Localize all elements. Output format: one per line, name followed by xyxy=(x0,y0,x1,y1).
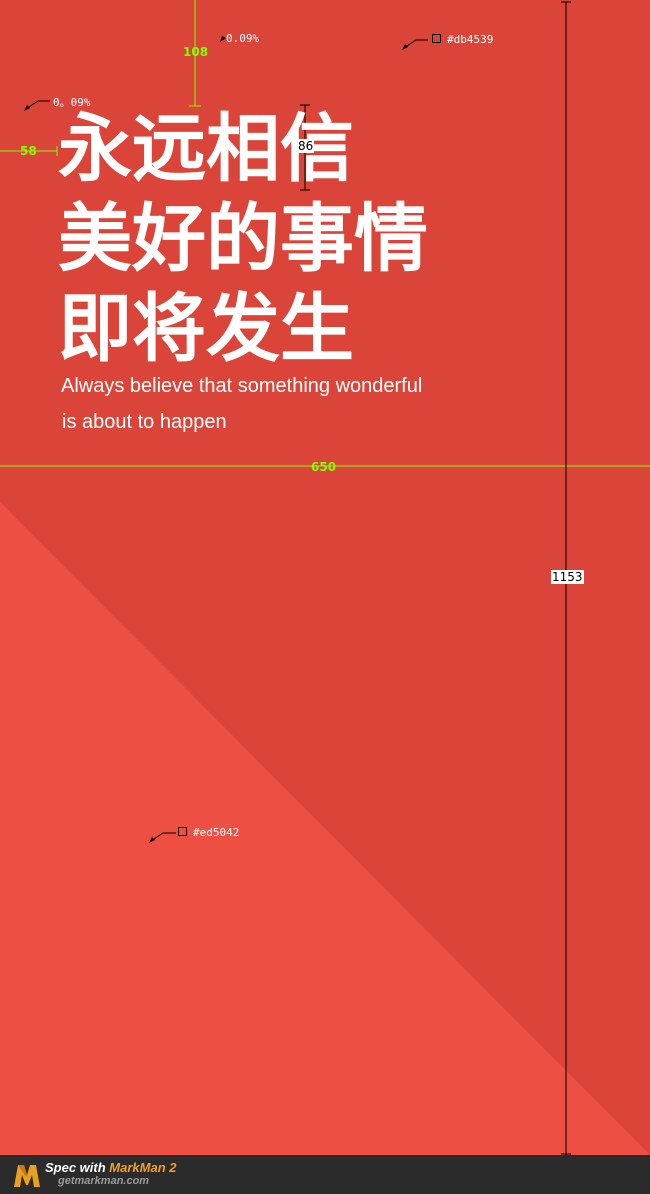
headline-line-2: 美好的事情 xyxy=(58,196,428,282)
width-label: 650 xyxy=(311,460,337,474)
height-label: 1153 xyxy=(551,570,584,584)
triangle-color-swatch xyxy=(178,827,187,836)
poster-canvas: 永远相信 美好的事情 即将发生 Always believe that some… xyxy=(0,0,650,1155)
footer-title: Spec with MarkMan 2 xyxy=(45,1160,177,1175)
footer-url[interactable]: getmarkman.com xyxy=(58,1175,149,1187)
markman-logo-icon xyxy=(14,1165,40,1187)
top-margin-label: 108 xyxy=(183,45,209,59)
bg-color-label: #db4539 xyxy=(447,33,494,46)
headline: 永远相信 美好的事情 即将发生 xyxy=(58,104,428,374)
opacity-label-2: 0。09% xyxy=(53,96,91,109)
triangle-color-label: #ed5042 xyxy=(193,826,240,839)
headline-line-3: 即将发生 xyxy=(58,286,354,372)
left-margin-label: 58 xyxy=(20,144,37,158)
headline-line-1: 永远相信 xyxy=(58,106,354,192)
footer-spec-with: Spec with xyxy=(45,1160,110,1175)
line-height-label: 86 xyxy=(297,139,315,153)
bg-color-swatch xyxy=(432,34,441,43)
subtitle-line-1: Always believe that something wonderful xyxy=(61,375,423,397)
subtitle-line-2: is about to happen xyxy=(62,411,227,433)
footer-brand: MarkMan 2 xyxy=(109,1160,177,1175)
subtitle: Always believe that something wonderful … xyxy=(61,368,422,440)
markman-footer: Spec with MarkMan 2 getmarkman.com xyxy=(0,1155,650,1194)
opacity-label-1: 0.09% xyxy=(226,32,260,45)
